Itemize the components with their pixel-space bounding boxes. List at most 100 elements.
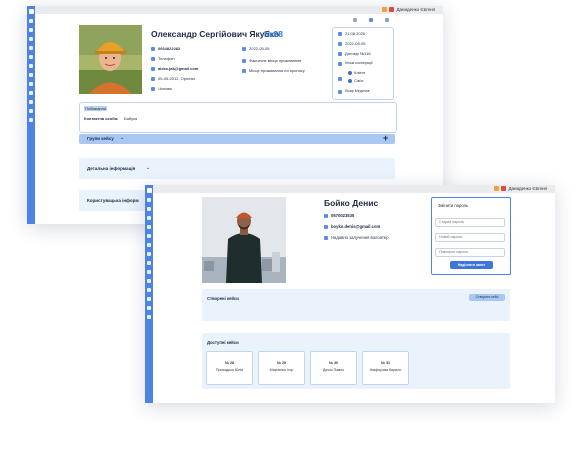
logo-icon[interactable]: [28, 9, 34, 14]
case-number: № 28: [224, 361, 234, 365]
nav-reports-icon[interactable]: [147, 252, 151, 256]
volunteer-phone: 0670023535: [331, 213, 355, 218]
case-number: № 30: [328, 361, 338, 365]
old-password-input[interactable]: [435, 218, 505, 227]
cooperation-icon: [338, 62, 342, 66]
volunteer-profile-window: Даниденко Євгеня Бойко Денис 0670023535 …: [145, 185, 555, 403]
calendar-icon: [338, 32, 342, 36]
birthday-icon: [151, 77, 155, 81]
case-client-type: Клієнт: [354, 70, 366, 75]
nav-docs-icon[interactable]: [29, 55, 33, 59]
nav-more-icon[interactable]: [147, 315, 151, 319]
chevron-down-icon[interactable]: ⌄: [120, 135, 124, 141]
nav-tasks-icon[interactable]: [147, 270, 151, 274]
case-number: № 29: [276, 361, 286, 365]
user-icon[interactable]: [389, 7, 394, 12]
nav-home-icon[interactable]: [147, 198, 151, 202]
case-card[interactable]: № 30 Дячок Павло: [310, 351, 357, 385]
actual-address: Фактичне місце проживання: [249, 58, 302, 63]
section-case-groups-label: Групи кейсу: [87, 136, 114, 141]
volunteer-icon: [324, 236, 328, 240]
nav-extra-icon[interactable]: [147, 306, 151, 310]
available-cases-title: Доступні кейси: [207, 340, 239, 345]
topbar-user-name[interactable]: Даниденко Євгеня: [508, 185, 547, 193]
volunteer-email: boyko.denis@gmail.com: [331, 224, 381, 229]
case-card[interactable]: № 28 Приходько Юлія: [206, 351, 253, 385]
nav-stats-icon[interactable]: [29, 100, 33, 104]
created-cases-panel: Створені кейси Створити кейс: [202, 289, 510, 321]
change-password-title: Змінити пароль: [438, 203, 469, 208]
nav-help-icon[interactable]: [29, 118, 33, 122]
volunteer-name: Бойко Денис: [324, 198, 379, 208]
nav-stats-icon[interactable]: [147, 279, 151, 283]
doctor-icon: [338, 90, 342, 94]
nav-calendar-icon[interactable]: [147, 216, 151, 220]
section-details[interactable]: Детальна інформація ⌄: [79, 158, 395, 179]
client-gender: Чоловік: [158, 86, 173, 91]
case-client-name: Нікіфорова Кирило: [369, 368, 402, 372]
available-cases-panel: Доступні кейси № 28 Приходько Юлія № 29 …: [202, 333, 510, 389]
nav-groups-icon[interactable]: [147, 261, 151, 265]
client-phone-label: Телефон: [158, 56, 175, 61]
nav-groups-icon[interactable]: [29, 82, 33, 86]
client-photo: [79, 25, 142, 94]
registration-date: 2022-05-05: [249, 46, 270, 51]
case-card[interactable]: № 29 Марченко Ігор: [258, 351, 305, 385]
case-cooperation: Кількі кооперації: [345, 61, 373, 65]
created-cases-title: Створені кейси: [207, 296, 239, 301]
nav-chat-icon[interactable]: [147, 243, 151, 247]
chevron-down-icon[interactable]: ⌄: [146, 165, 150, 171]
bell-icon[interactable]: [382, 7, 387, 12]
contact-value: Бабуся: [124, 116, 138, 121]
repeat-password-input[interactable]: [435, 248, 505, 257]
case-info-box: 21.08.2025 2022-05-05 Договір №116 Кільк…: [332, 27, 394, 100]
case-family: Сім'я: [354, 78, 364, 83]
side-nav-rail: [145, 185, 153, 403]
nav-settings-icon[interactable]: [147, 288, 151, 292]
contract-icon: [338, 52, 342, 56]
volunteer-photo: [202, 197, 286, 283]
add-icon[interactable]: +: [383, 133, 388, 143]
change-password-box: Змінити пароль Надіслати запит: [431, 197, 511, 275]
nav-calendar-icon[interactable]: [29, 37, 33, 41]
case-contract: Договір №116: [345, 51, 371, 56]
nav-settings-icon[interactable]: [29, 109, 33, 113]
nav-users-icon[interactable]: [29, 28, 33, 32]
nav-docs-icon[interactable]: [147, 234, 151, 238]
new-password-input[interactable]: [435, 233, 505, 242]
section-case-groups[interactable]: Групи кейсу ⌄ +: [79, 133, 395, 144]
nav-reports-icon[interactable]: [29, 73, 33, 77]
nav-tasks-icon[interactable]: [29, 91, 33, 95]
section-user-info-label: Користувацька інформ: [87, 198, 139, 203]
case-client-name: Приходько Юлія: [215, 368, 244, 372]
print-icon[interactable]: [353, 18, 357, 22]
bell-icon[interactable]: [494, 186, 499, 191]
case-client-name: Марченко Ігор: [269, 368, 294, 372]
email-icon: [324, 225, 328, 229]
logo-icon[interactable]: [146, 188, 152, 193]
nav-home-icon[interactable]: [29, 19, 33, 23]
top-bar: Даниденко Євгеня: [153, 185, 555, 193]
case-card[interactable]: № 31 Нікіфорова Кирило: [362, 351, 409, 385]
nav-cases-icon[interactable]: [147, 225, 151, 229]
registered-address: Місце проживання по пропису: [249, 68, 305, 73]
menu-icon[interactable]: [385, 18, 389, 22]
download-icon[interactable]: [369, 18, 373, 22]
gender-icon: [151, 87, 155, 91]
section-details-label: Детальна інформація: [87, 166, 136, 171]
calendar-icon: [242, 47, 246, 51]
nav-users-icon[interactable]: [147, 207, 151, 211]
user-icon[interactable]: [501, 186, 506, 191]
client-birth: 05-05-2012, Орлеан: [158, 76, 195, 81]
nav-chat-icon[interactable]: [29, 64, 33, 68]
case-client-name: Дячок Павло: [322, 368, 345, 372]
client-phone: 0664822282: [158, 46, 181, 51]
contact-label: Контактна особа:: [84, 116, 119, 121]
topbar-user-name[interactable]: Даниденко Євгеня: [396, 6, 435, 14]
send-request-button[interactable]: Надіслати запит: [450, 261, 493, 269]
create-case-button[interactable]: Створити кейс: [469, 294, 505, 301]
nav-cases-icon[interactable]: [29, 46, 33, 50]
nav-help-icon[interactable]: [147, 297, 151, 301]
phone-icon: [324, 214, 328, 218]
case-doctor: Лікар Медичне: [345, 89, 370, 93]
